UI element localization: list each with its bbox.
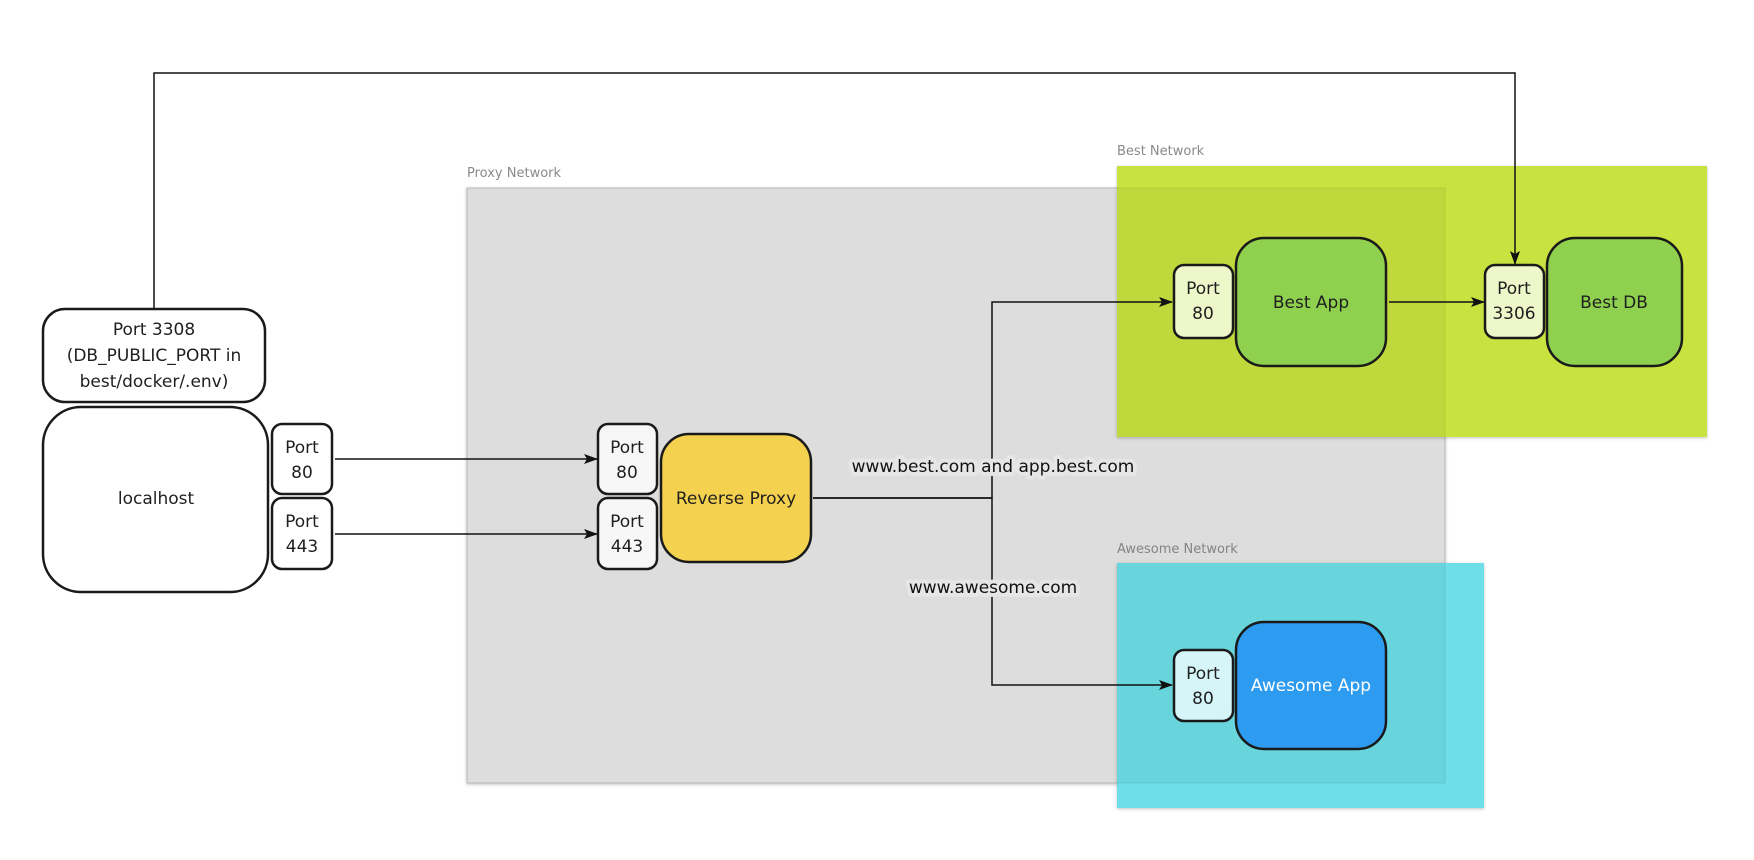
proxy-port-443[interactable]: Port 443 — [596, 496, 659, 571]
svg-text:Best App: Best App — [1273, 293, 1349, 313]
awesome-app-node[interactable]: Awesome App — [1234, 620, 1388, 751]
localhost-node[interactable]: localhost — [41, 405, 270, 594]
proxy-network-label: Proxy Network — [467, 166, 561, 181]
awesome-app-port-80[interactable]: Port 80 — [1172, 648, 1235, 723]
svg-text:Best DB: Best DB — [1580, 293, 1648, 313]
route-label-best: www.best.com and app.best.com — [852, 457, 1135, 477]
reverse-proxy-node[interactable]: Reverse Proxy — [659, 432, 813, 564]
svg-text:Reverse Proxy: Reverse Proxy — [676, 489, 796, 509]
svg-text:Awesome App: Awesome App — [1251, 676, 1371, 696]
db-public-port-box[interactable]: Port 3308 (DB_PUBLIC_PORT in best/docker/.… — [41, 307, 267, 404]
route-label-awesome: www.awesome.com — [909, 578, 1077, 598]
best-db-port-3306[interactable]: Port 3306 — [1483, 263, 1546, 340]
svg-text:localhost: localhost — [118, 489, 195, 509]
network-diagram: Proxy Network Best Network Awesome Netwo… — [41, 72, 1707, 808]
proxy-port-80[interactable]: Port 80 — [596, 422, 659, 496]
best-network-label: Best Network — [1117, 144, 1205, 159]
best-app-port-80[interactable]: Port 80 — [1172, 263, 1235, 340]
host-port-443[interactable]: Port 443 — [270, 496, 334, 571]
best-app-node[interactable]: Best App — [1234, 236, 1388, 368]
host-port-80[interactable]: Port 80 — [270, 422, 334, 496]
best-db-node[interactable]: Best DB — [1545, 236, 1684, 368]
